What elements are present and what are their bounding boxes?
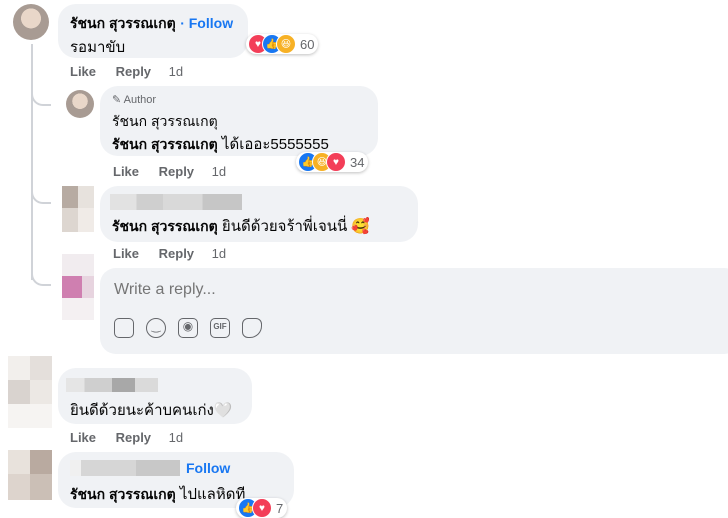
follow-link[interactable]: Follow	[186, 460, 230, 476]
reply-button[interactable]: Reply	[159, 164, 194, 179]
like-button[interactable]: Like	[70, 430, 96, 445]
avatar[interactable]	[62, 254, 94, 320]
reaction-count: 34	[350, 154, 365, 170]
comment-bubble: ยินดีด้วยนะค้าบคนเก่ง🤍	[58, 368, 252, 424]
reply-connector	[31, 88, 51, 106]
avatar[interactable]	[8, 356, 52, 428]
mention-link[interactable]: รัชนก สุวรรณเกตุ	[112, 136, 218, 152]
reaction-count: 60	[300, 36, 315, 52]
avatar[interactable]	[66, 90, 94, 118]
reply-bubble: รัชนก สุวรรณเกตุ ยินดีด้วยจร้าพี่เจนนี่ …	[100, 186, 418, 242]
author-badge: Author	[123, 94, 157, 106]
comment-actions: Like Reply 1d	[70, 64, 183, 79]
reply-button[interactable]: Reply	[159, 246, 194, 261]
love-reaction-icon: ♥	[252, 498, 272, 518]
reply-author[interactable]: รัชนก สุวรรณเกตุ	[112, 111, 218, 133]
reply-actions: Like Reply 1d	[113, 246, 226, 261]
blurred-name	[70, 460, 180, 476]
reply-connector	[31, 186, 51, 204]
reply-button[interactable]: Reply	[116, 430, 151, 445]
pencil-icon: ✎	[112, 94, 122, 106]
avatar[interactable]	[62, 186, 94, 232]
reply-text: ยินดีด้วยจร้าพี่เจนนี่ 🥰	[217, 218, 371, 235]
like-button[interactable]: Like	[113, 246, 139, 261]
haha-reaction-icon: 😆	[276, 34, 296, 54]
sticker-icon[interactable]	[114, 318, 134, 338]
reply-text: ได้เออะ5555555	[217, 136, 329, 153]
like-button[interactable]: Like	[113, 164, 139, 179]
like-button[interactable]: Like	[70, 64, 96, 79]
reply-connector	[31, 268, 51, 286]
comment-text: ไปแลหิดที	[175, 486, 246, 503]
reply-input[interactable]	[112, 278, 616, 302]
reply-bubble: ✎ Author รัชนก สุวรรณเกตุ รัชนก สุวรรณเก…	[100, 86, 378, 156]
timestamp[interactable]: 1d	[169, 430, 183, 445]
avatar[interactable]	[13, 4, 49, 40]
timestamp[interactable]: 1d	[169, 64, 183, 79]
blurred-name	[66, 378, 158, 392]
blurred-name	[110, 194, 242, 210]
reaction-count: 7	[276, 500, 284, 516]
follow-link[interactable]: · Follow	[180, 15, 233, 31]
comment-actions: Like Reply 1d	[70, 430, 183, 445]
comment-author[interactable]: รัชนก สุวรรณเกตุ	[70, 15, 176, 31]
comment-text: ยินดีด้วยนะค้าบคนเก่ง🤍	[70, 402, 233, 419]
camera-icon[interactable]: ◉	[178, 318, 198, 338]
reactions-summary[interactable]: 👍 😆 ♥ 34	[296, 152, 369, 172]
reply-actions: Like Reply 1d	[113, 164, 226, 179]
love-reaction-icon: ♥	[326, 152, 346, 172]
reply-button[interactable]: Reply	[116, 64, 151, 79]
timestamp[interactable]: 1d	[212, 246, 226, 261]
timestamp[interactable]: 1d	[212, 164, 226, 179]
gif-icon[interactable]: GIF	[210, 318, 230, 338]
reactions-summary[interactable]: ♥ 👍 😆 60	[246, 34, 319, 54]
mention-link[interactable]: รัชนก สุวรรณเกตุ	[112, 218, 218, 234]
reply-composer[interactable]: ‿ ◉ GIF	[100, 268, 728, 354]
thread-line	[31, 44, 33, 280]
reactions-summary[interactable]: 👍 ♥ 7	[236, 498, 288, 518]
mention-link[interactable]: รัชนก สุวรรณเกตุ	[70, 486, 176, 502]
avatar[interactable]	[8, 450, 52, 500]
comment-bubble: รัชนก สุวรรณเกตุ · Follow รอมาขับ	[58, 4, 248, 58]
emoji-icon[interactable]: ‿	[146, 318, 166, 338]
comment-text: รอมาขับ	[70, 39, 126, 56]
sticker-face-icon[interactable]	[242, 318, 262, 338]
